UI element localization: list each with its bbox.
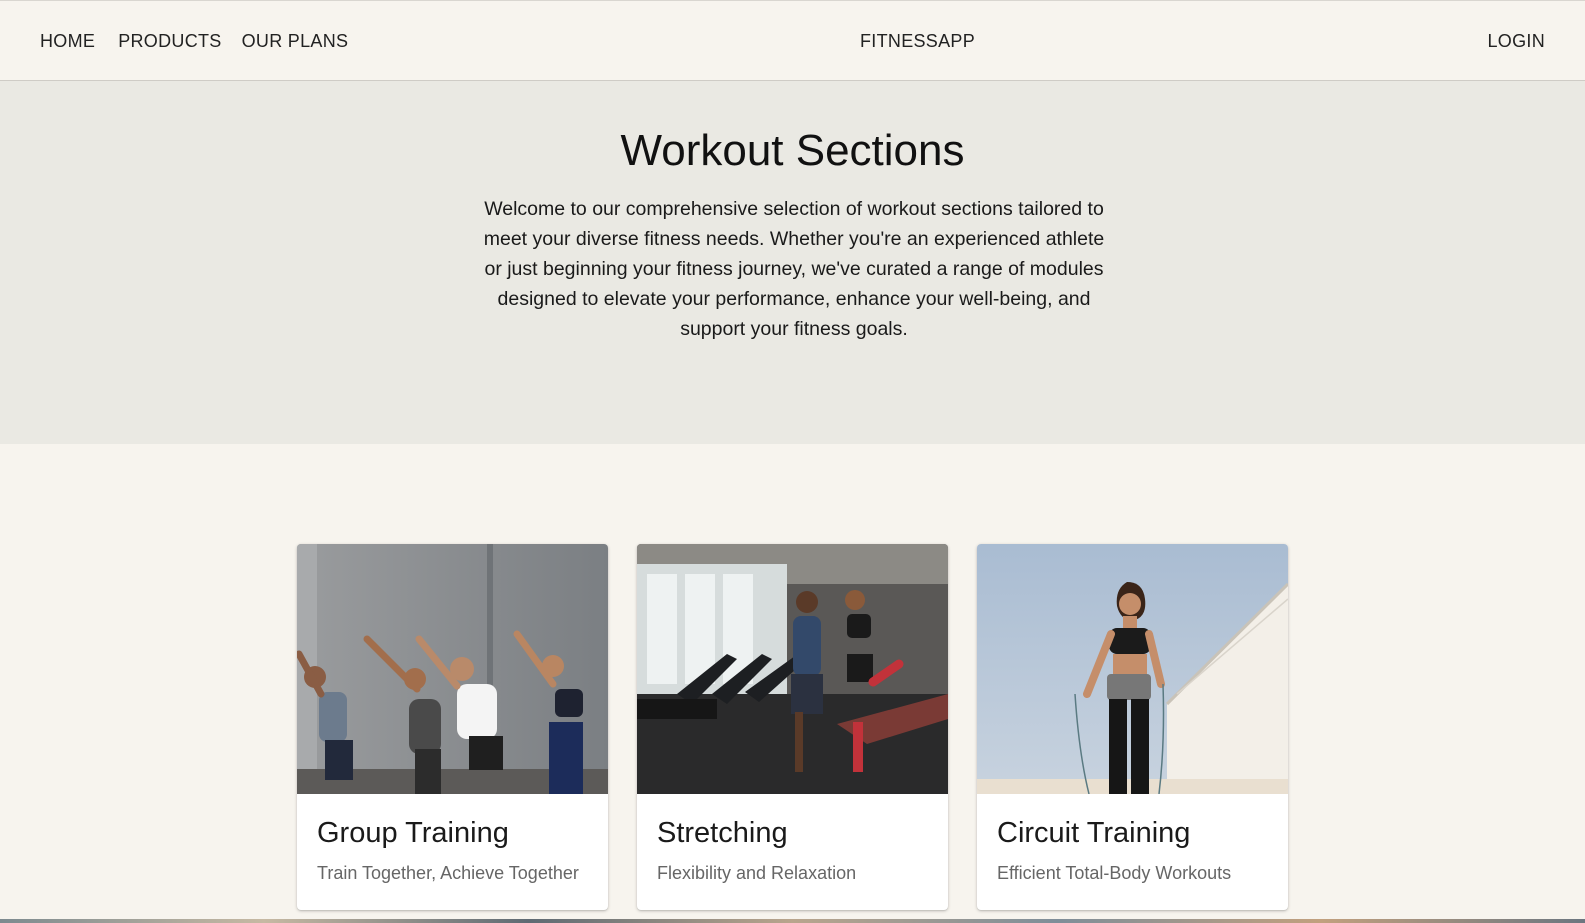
card-body: Group Training Train Together, Achieve T…	[297, 794, 608, 884]
hero-section: Workout Sections Welcome to our comprehe…	[0, 81, 1585, 444]
hero-description: Welcome to our comprehensive selection o…	[483, 198, 1105, 340]
page-title: Workout Sections	[620, 126, 965, 175]
workout-card-group-training[interactable]: Group Training Train Together, Achieve T…	[297, 544, 608, 910]
circuit-training-image	[977, 544, 1288, 794]
nav-products-link[interactable]: PRODUCTS	[118, 31, 221, 51]
card-title: Stretching	[657, 817, 788, 849]
nav-our-plans-link[interactable]: OUR PLANS	[242, 31, 349, 51]
group-training-image	[297, 544, 608, 794]
card-title: Circuit Training	[997, 817, 1191, 849]
workout-card-grid: Group Training Train Together, Achieve T…	[297, 544, 1288, 910]
brand-logo-text[interactable]: FITNESSAPP	[860, 31, 975, 51]
card-subtitle: Efficient Total-Body Workouts	[997, 863, 1232, 883]
next-section-image-edge	[0, 919, 1585, 923]
card-body: Circuit Training Efficient Total-Body Wo…	[977, 794, 1288, 884]
login-link[interactable]: LOGIN	[1487, 31, 1545, 51]
nav-home-link[interactable]: HOME	[40, 31, 95, 51]
card-body: Stretching Flexibility and Relaxation	[637, 794, 948, 884]
card-subtitle: Flexibility and Relaxation	[657, 863, 857, 883]
top-navbar: HOME PRODUCTS OUR PLANS FITNESSAPP LOGIN	[0, 0, 1585, 81]
workout-card-circuit-training[interactable]: Circuit Training Efficient Total-Body Wo…	[977, 544, 1288, 910]
stretching-image	[637, 544, 948, 794]
workout-card-stretching[interactable]: Stretching Flexibility and Relaxation	[637, 544, 948, 910]
card-subtitle: Train Together, Achieve Together	[317, 863, 579, 883]
primary-nav: HOME PRODUCTS OUR PLANS	[40, 31, 348, 51]
card-title: Group Training	[317, 817, 509, 849]
